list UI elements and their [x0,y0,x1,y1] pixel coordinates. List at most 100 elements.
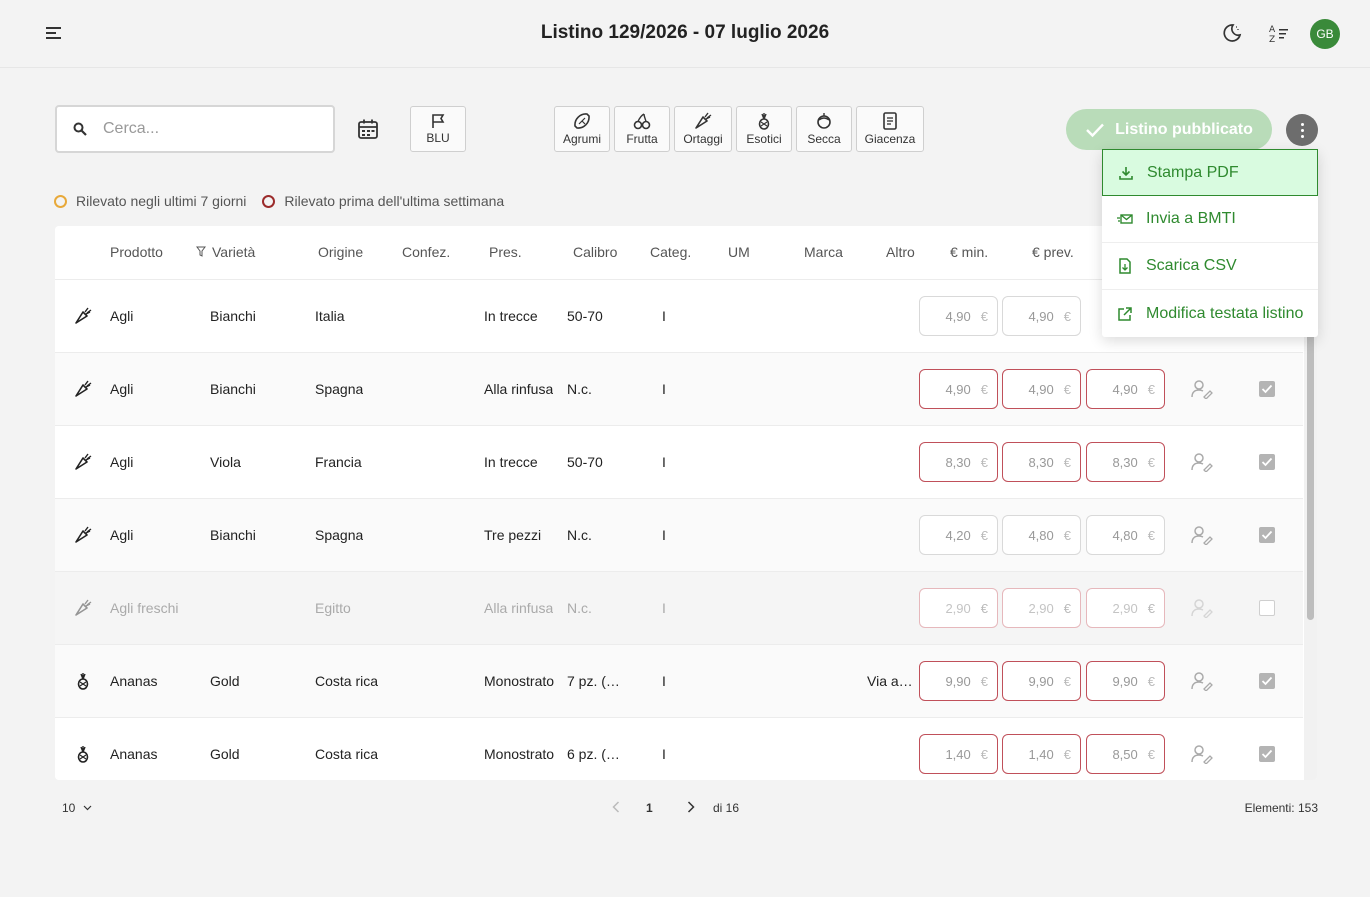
price-input[interactable]: 2,90 € [919,588,998,628]
table-row[interactable]: Agli Bianchi Spagna Alla rinfusa N.c. I 4,90 €4… [55,353,1303,426]
assign-user-icon[interactable] [1190,596,1214,620]
assign-user-icon[interactable] [1190,669,1214,693]
menu-item-label: Scarica CSV [1146,257,1237,274]
price-input[interactable]: 4,90 € [1002,369,1081,409]
publish-status-button[interactable]: Listino pubblicato [1066,109,1272,150]
column-header[interactable]: Prodotto [110,244,163,260]
cell-categ: I [662,454,666,470]
calendar-icon[interactable] [355,116,381,142]
menu-item-modifica-testata[interactable]: Modifica testata listino [1102,290,1318,337]
table-scrollbar[interactable] [1304,280,1317,780]
assign-user-icon[interactable] [1190,742,1214,766]
category-frutta-button[interactable]: Frutta [614,106,670,152]
row-checkbox[interactable] [1259,673,1275,689]
scrollbar-thumb[interactable] [1307,310,1314,620]
category-giacenza-button[interactable]: Giacenza [856,106,924,152]
flag-filter-button[interactable]: BLU [410,106,466,152]
column-header[interactable]: Categ. [650,244,691,260]
price-value: 4,90 [945,381,971,397]
price-input[interactable]: 2,90 € [1002,588,1081,628]
carrot-icon [73,379,93,399]
table-row[interactable]: Ananas Gold Costa rica Monostrato 6 pz. (… I 1… [55,718,1303,780]
column-header[interactable]: Confez. [402,244,450,260]
column-header[interactable]: Varietà [212,244,255,260]
price-input[interactable]: 8,30 € [1086,442,1165,482]
menu-item-scarica-csv[interactable]: Scarica CSV [1102,243,1318,290]
table-row[interactable]: Agli Bianchi Spagna Tre pezzi N.c. I 4,20 €4,80… [55,499,1303,572]
search-icon [73,121,89,137]
price-input[interactable]: 8,30 € [1002,442,1081,482]
cell-origin: Costa rica [315,746,379,762]
price-input[interactable]: 4,90 € [919,369,998,409]
row-checkbox[interactable] [1259,746,1275,762]
cell-variety: Bianchi [210,381,256,397]
price-input[interactable]: 8,50 € [1086,734,1165,774]
price-input[interactable]: 1,40 € [919,734,998,774]
price-value: 4,20 [945,527,971,543]
cell-variety: Gold [210,746,240,762]
price-value: 8,30 [1028,454,1054,470]
price-input[interactable]: 4,90 € [919,296,998,336]
assign-user-icon[interactable] [1190,523,1214,547]
column-header[interactable]: Altro [886,244,915,260]
table-row[interactable]: Agli freschi Egitto Alla rinfusa N.c. I 2,90 €… [55,572,1303,645]
row-checkbox[interactable] [1259,454,1275,470]
options-menu: Stampa PDF Invia a BMTI Scarica CSV Modi… [1102,149,1318,337]
cell-origin: Egitto [315,600,351,616]
row-checkbox[interactable] [1259,600,1275,616]
category-esotici-button[interactable]: Esotici [736,106,792,152]
cell-pres: Monostrato [484,746,555,762]
page-size-select[interactable]: 10 [62,801,92,815]
cell-categ: I [662,308,666,324]
column-header[interactable]: Origine [318,244,363,260]
currency-symbol: € [1147,381,1155,397]
menu-item-stampa-pdf[interactable]: Stampa PDF [1102,149,1318,196]
row-checkbox[interactable] [1259,381,1275,397]
table-row[interactable]: Agli Viola Francia In trecce 50-70 I 8,30 €8,30… [55,426,1303,499]
row-checkbox[interactable] [1259,527,1275,543]
currency-symbol: € [1063,673,1071,689]
table-row[interactable]: Ananas Gold Costa rica Monostrato 7 pz. (… I V… [55,645,1303,718]
price-input[interactable]: 4,80 € [1002,515,1081,555]
sort-filter-icon[interactable]: AZ [1266,20,1292,46]
price-input[interactable]: 2,90 € [1086,588,1165,628]
cell-altro: Via a… [867,673,913,689]
current-page[interactable]: 1 [646,801,653,815]
assign-user-icon[interactable] [1190,450,1214,474]
cell-calibro: 6 pz. (… [567,746,620,762]
column-header[interactable]: UM [728,244,750,260]
recent-dot-icon [54,194,67,208]
more-options-icon[interactable] [1286,114,1318,146]
search-input[interactable] [103,120,303,138]
price-input[interactable]: 8,30 € [919,442,998,482]
assign-user-icon[interactable] [1190,377,1214,401]
category-agrumi-button[interactable]: Agrumi [554,106,610,152]
category-secca-button[interactable]: Secca [796,106,852,152]
next-page-icon[interactable] [683,799,699,815]
filter-icon[interactable] [196,244,206,260]
category-ortaggi-button[interactable]: Ortaggi [674,106,732,152]
price-input[interactable]: 1,40 € [1002,734,1081,774]
cell-product: Agli [110,308,134,324]
column-header[interactable]: Pres. [489,244,522,260]
menu-item-invia-bmti[interactable]: Invia a BMTI [1102,196,1318,243]
night-mode-icon[interactable] [1219,20,1245,46]
price-input[interactable]: 9,90 € [919,661,998,701]
column-header[interactable]: Marca [804,244,843,260]
avatar[interactable]: GB [1310,19,1340,49]
column-header[interactable]: Calibro [573,244,617,260]
cell-pres: Tre pezzi [484,527,542,543]
price-input[interactable]: 4,20 € [919,515,998,555]
column-header[interactable]: € min. [950,244,988,260]
cell-categ: I [662,673,666,689]
flag-label: BLU [426,131,450,145]
price-input[interactable]: 4,80 € [1086,515,1165,555]
column-header[interactable]: € prev. [1032,244,1074,260]
cell-pres: In trecce [484,454,538,470]
price-input[interactable]: 4,90 € [1086,369,1165,409]
item-count: Elementi: 153 [1244,801,1318,815]
previous-page-icon[interactable] [608,799,624,815]
price-input[interactable]: 9,90 € [1002,661,1081,701]
price-input[interactable]: 9,90 € [1086,661,1165,701]
price-input[interactable]: 4,90 € [1002,296,1081,336]
